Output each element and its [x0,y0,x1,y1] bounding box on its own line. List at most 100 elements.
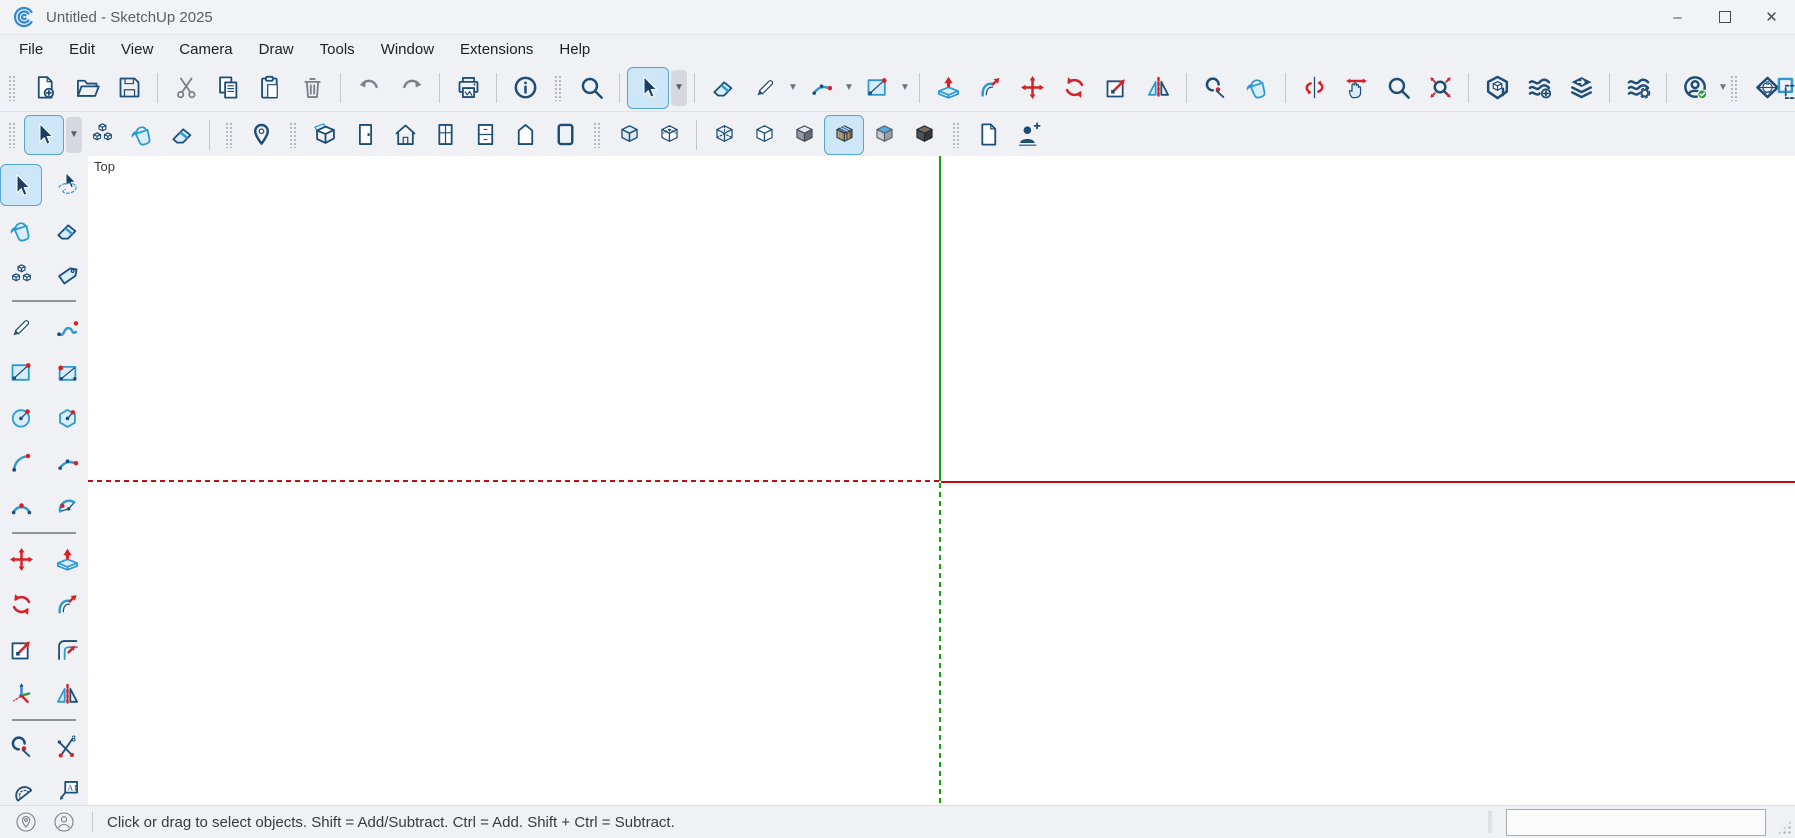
arc-tool-button[interactable] [800,67,842,109]
new-page-button[interactable] [968,115,1008,155]
lt-scale-button[interactable] [0,628,42,670]
lt-protractor-button[interactable] [0,770,42,806]
eraser-button-2[interactable] [162,115,202,155]
close-button[interactable]: ✕ [1748,0,1795,34]
orbit-button[interactable] [1293,67,1335,109]
menu-view[interactable]: View [108,35,166,64]
lt-rotate-button[interactable] [0,583,42,625]
component-frame-button[interactable] [545,115,585,155]
select-tool-button[interactable] [627,67,669,109]
lt-freehand-button[interactable] [46,306,88,348]
rectangle-tool-button[interactable] [856,67,898,109]
flip-button[interactable] [1137,67,1179,109]
lt-arc-button[interactable] [0,441,42,483]
toolbar-drag-handle[interactable] [289,122,297,148]
rotate-button[interactable] [1053,67,1095,109]
lt-tag-button[interactable] [46,254,88,296]
maximize-button[interactable] [1701,0,1748,34]
face-style-shaded-button[interactable] [784,115,824,155]
toolbar-drag-handle[interactable] [1730,75,1738,101]
arc-tool-dropdown[interactable]: ▼ [842,69,856,107]
tape-measure-button[interactable] [1194,67,1236,109]
line-tool-dropdown[interactable]: ▼ [786,69,800,107]
select-tool-dropdown-2[interactable]: ▼ [66,117,82,153]
search-button[interactable] [570,67,612,109]
new-button[interactable] [24,67,66,109]
print-button[interactable] [447,67,489,109]
lt-paint-bucket-button[interactable] [0,209,42,251]
lt-push-pull-button[interactable] [46,538,88,580]
drawing-canvas[interactable]: Top [88,156,1795,806]
scale-button[interactable] [1095,67,1137,109]
sign-in-dropdown[interactable]: ▼ [1716,69,1730,107]
menu-help[interactable]: Help [546,35,603,64]
toolbar-drag-handle[interactable] [554,75,562,101]
menu-file[interactable]: File [6,35,56,64]
menu-edit[interactable]: Edit [56,35,108,64]
make-component-button[interactable] [82,115,122,155]
save-button[interactable] [108,67,150,109]
paint-bucket-button[interactable] [1236,67,1278,109]
menu-draw[interactable]: Draw [246,35,307,64]
face-style-shaded-textures-button[interactable] [824,115,864,155]
cut-button[interactable] [165,67,207,109]
menu-extensions[interactable]: Extensions [447,35,546,64]
menu-tools[interactable]: Tools [307,35,368,64]
face-style-back-edges-button[interactable] [649,115,689,155]
model-info-button[interactable] [504,67,546,109]
lt-3-point-arc-button[interactable] [0,486,42,528]
face-style-xray-button[interactable] [609,115,649,155]
line-tool-button[interactable] [744,67,786,109]
add-location-button[interactable] [241,115,281,155]
lt-rotated-rectangle-button[interactable] [46,351,88,393]
pan-button[interactable] [1335,67,1377,109]
lt-select-button[interactable] [0,164,42,206]
add-person-button[interactable] [1008,115,1048,155]
rectangle-tool-dropdown[interactable]: ▼ [898,69,912,107]
lt-flip-button[interactable] [46,673,88,715]
component-house-button[interactable] [385,115,425,155]
lt-pie-button[interactable] [46,486,88,528]
eraser-tool-button[interactable] [702,67,744,109]
toolbar-drag-handle[interactable] [8,122,16,148]
resize-grip[interactable] [1777,820,1792,835]
lt-2-point-arc-button[interactable] [46,441,88,483]
lt-make-component-button[interactable] [0,254,42,296]
lt-offset-button[interactable] [46,628,88,670]
send-to-layout-button[interactable] [1560,67,1602,109]
3d-warehouse-button[interactable] [1476,67,1518,109]
menu-window[interactable]: Window [368,35,447,64]
extension-warehouse-button[interactable] [1518,67,1560,109]
select-tool-dropdown[interactable]: ▼ [671,70,687,106]
lt-axes-button[interactable] [0,673,42,715]
toolbar-drag-handle[interactable] [225,122,233,148]
lt-dimension-button[interactable] [46,725,88,767]
paint-bucket-button-2[interactable] [122,115,162,155]
lt-move-button[interactable] [0,538,42,580]
face-style-ambient-occlusion-button[interactable] [904,115,944,155]
lt-line-button[interactable] [0,306,42,348]
open-button[interactable] [66,67,108,109]
component-shed-button[interactable] [505,115,545,155]
zoom-extents-button[interactable] [1419,67,1461,109]
delete-button[interactable] [291,67,333,109]
component-door-button[interactable] [345,115,385,155]
copy-button[interactable] [207,67,249,109]
move-button[interactable] [1011,67,1053,109]
face-style-wireframe-button[interactable] [704,115,744,155]
lt-lasso-select-button[interactable] [46,164,88,206]
measurements-input[interactable] [1506,809,1766,836]
toolbar-drag-handle[interactable] [952,122,960,148]
clipped-toolbar-button[interactable] [1767,67,1795,109]
paste-button[interactable] [249,67,291,109]
lt-text-button[interactable] [46,770,88,806]
follow-me-button[interactable] [969,67,1011,109]
extension-manager-button[interactable] [1617,67,1659,109]
push-pull-button[interactable] [927,67,969,109]
toolbar-drag-handle[interactable] [593,122,601,148]
component-window-button[interactable] [425,115,465,155]
lt-circle-button[interactable] [0,396,42,438]
undo-button[interactable] [348,67,390,109]
geolocation-status-button[interactable] [14,810,38,834]
lt-follow-me-button[interactable] [46,583,88,625]
